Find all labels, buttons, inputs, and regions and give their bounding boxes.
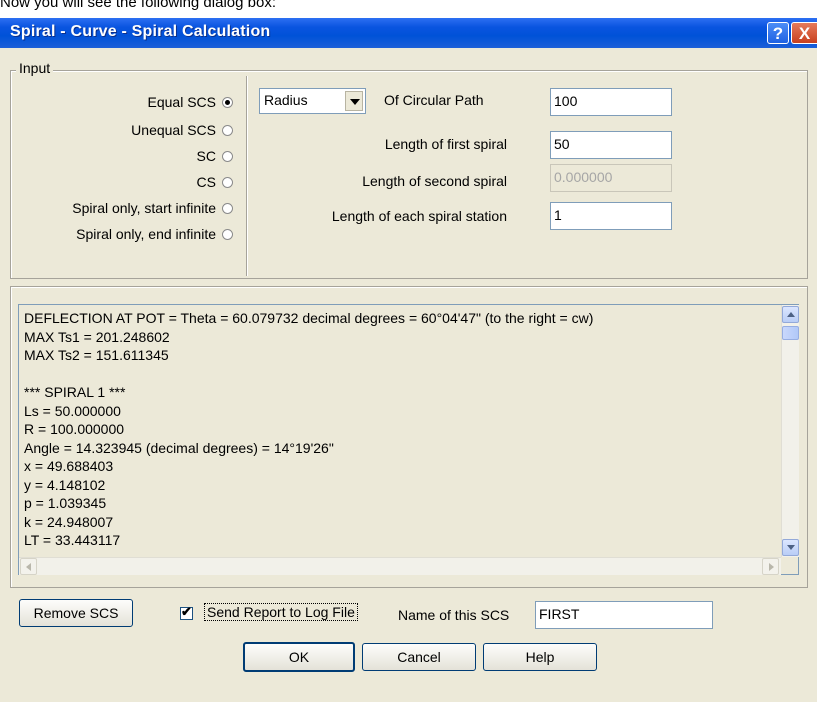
dropdown-value: Radius xyxy=(264,92,308,108)
radio-label: Equal SCS xyxy=(147,94,216,110)
report-line: Ls = 50.000000 xyxy=(24,402,121,419)
radio-equal-scs[interactable]: Equal SCS xyxy=(148,92,233,112)
send-report-label[interactable]: Send Report to Log File xyxy=(204,603,358,621)
first-spiral-label: Length of first spiral xyxy=(384,136,507,152)
spiral-station-field[interactable]: 1 xyxy=(550,202,672,230)
page-caption: Now you will see the following dialog bo… xyxy=(0,0,817,18)
help-button[interactable]: Help xyxy=(483,643,597,671)
input-divider xyxy=(246,76,247,276)
chevron-down-icon[interactable] xyxy=(345,91,363,111)
report-line: R = 100.000000 xyxy=(24,421,125,437)
report-line: x = 49.688403 xyxy=(24,458,114,474)
report-line: DEFLECTION AT POT = Theta = 60.079732 de… xyxy=(24,310,594,326)
circular-path-field[interactable]: 100 xyxy=(550,88,672,116)
radio-label: CS xyxy=(196,174,216,190)
report-line: Angle = 14.323945 (decimal degrees) = 14… xyxy=(24,439,334,456)
close-icon[interactable]: X xyxy=(791,22,817,44)
send-report-checkbox[interactable]: ✔ xyxy=(180,604,193,620)
horizontal-scrollbar[interactable] xyxy=(19,557,781,575)
spiral-dialog: Spiral - Curve - Spiral Calculation ? X … xyxy=(0,18,817,702)
report-line: *** SPIRAL 1 *** xyxy=(24,384,126,400)
radio-spiral-end-infinite[interactable]: Spiral only, end infinite xyxy=(76,224,233,244)
remove-scs-button[interactable]: Remove SCS xyxy=(19,599,133,627)
scroll-thumb[interactable] xyxy=(782,326,799,340)
radio-button-icon[interactable] xyxy=(222,124,233,136)
radio-button-icon[interactable] xyxy=(222,176,233,188)
radio-unequal-scs[interactable]: Unequal SCS xyxy=(131,120,233,140)
circular-path-label: Of Circular Path xyxy=(384,92,484,108)
report-line: p = 1.039345 xyxy=(24,495,107,511)
radio-button-icon[interactable] xyxy=(222,96,233,108)
radio-button-icon[interactable] xyxy=(222,150,233,162)
scroll-down-icon[interactable] xyxy=(782,539,799,556)
report-line: MAX Ts2 = 151.611345 xyxy=(24,347,169,363)
radio-button-icon[interactable] xyxy=(222,202,233,214)
second-spiral-label: Length of second spiral xyxy=(362,173,507,189)
report-lines: DEFLECTION AT POT = Theta = 60.079732 de… xyxy=(24,309,784,550)
scroll-up-icon[interactable] xyxy=(782,306,799,323)
radio-sc[interactable]: SC xyxy=(197,146,233,166)
radio-spiral-start-infinite[interactable]: Spiral only, start infinite xyxy=(72,198,233,218)
scroll-right-icon[interactable] xyxy=(762,558,779,575)
report-line: LT = 33.443117 xyxy=(24,532,121,548)
radius-dropdown[interactable]: Radius xyxy=(259,88,366,114)
cancel-button[interactable]: Cancel xyxy=(362,643,476,671)
second-spiral-field: 0.000000 xyxy=(550,164,672,192)
radio-label: Unequal SCS xyxy=(131,122,216,138)
scroll-left-icon[interactable] xyxy=(20,558,37,575)
scs-name-label: Name of this SCS xyxy=(398,607,510,623)
radio-button-icon[interactable] xyxy=(222,228,233,240)
report-line xyxy=(24,365,784,384)
ok-button[interactable]: OK xyxy=(243,642,355,672)
scs-name-field[interactable]: FIRST xyxy=(535,601,713,629)
help-icon[interactable]: ? xyxy=(767,22,789,44)
report-line: k = 24.948007 xyxy=(24,513,114,530)
radio-label: Spiral only, end infinite xyxy=(76,226,216,242)
checkmark-icon: ✔ xyxy=(181,604,192,619)
mode-radio-group: Equal SCS Unequal SCS SC CS Spiral only,… xyxy=(10,18,233,278)
vertical-scrollbar[interactable] xyxy=(781,305,799,557)
radio-cs[interactable]: CS xyxy=(197,172,233,192)
report-line: MAX Ts1 = 201.248602 xyxy=(24,328,170,345)
report-line: y = 4.148102 xyxy=(24,476,106,493)
first-spiral-field[interactable]: 50 xyxy=(550,131,672,159)
spiral-station-label: Length of each spiral station xyxy=(331,208,507,224)
report-text-area[interactable]: DEFLECTION AT POT = Theta = 60.079732 de… xyxy=(18,304,799,575)
radio-label: Spiral only, start infinite xyxy=(72,200,216,216)
radio-label: SC xyxy=(196,148,216,164)
